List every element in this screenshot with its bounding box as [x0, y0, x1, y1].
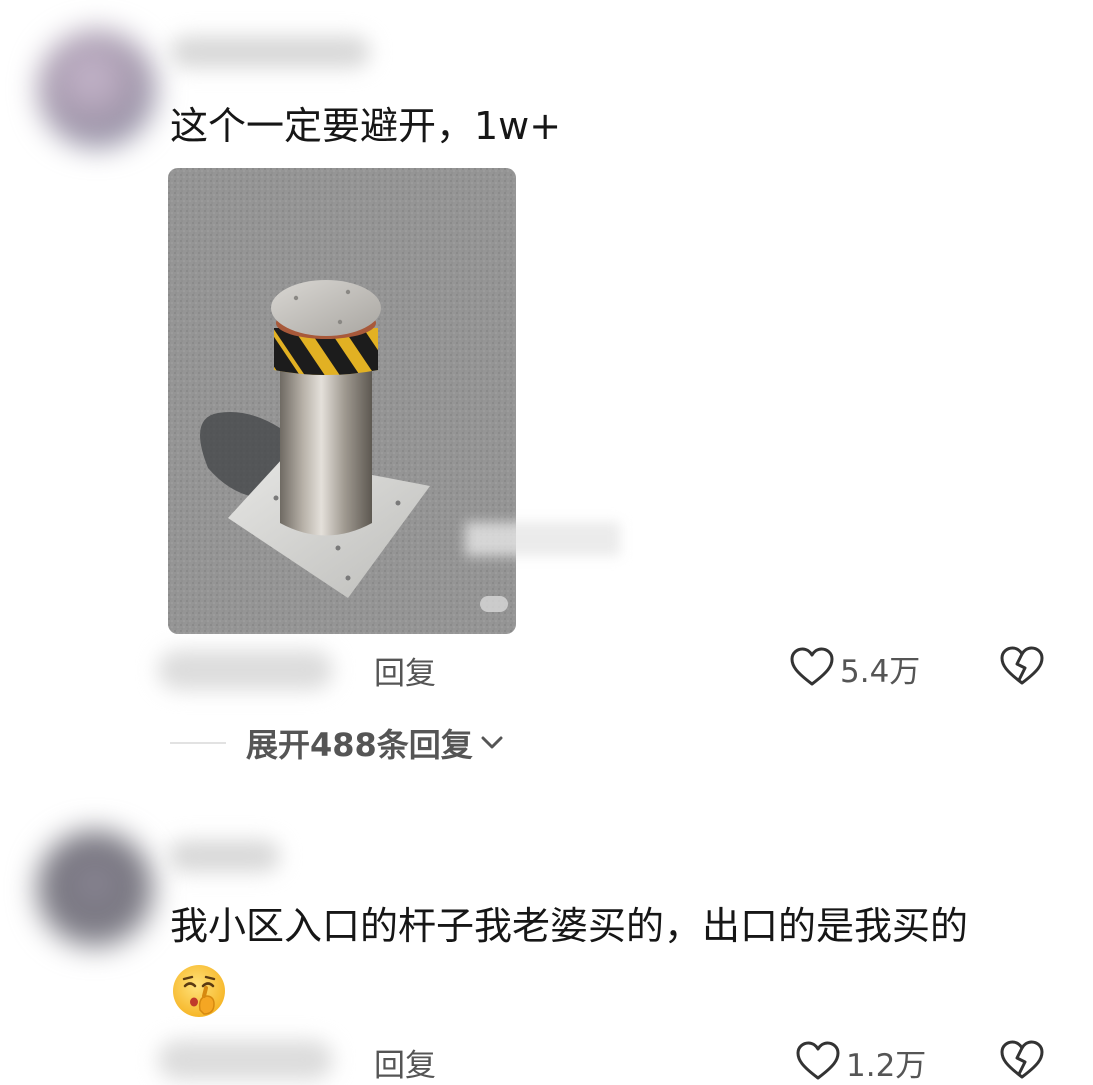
dislike-button[interactable] [1000, 1040, 1044, 1084]
expand-divider [170, 742, 226, 744]
timestamp-blurred [158, 1040, 333, 1080]
heart-outline-icon [796, 1041, 840, 1085]
expand-replies-label: 展开488条回复 [246, 726, 473, 764]
comment-text: 这个一定要避开，1w+ [170, 104, 562, 148]
bollard-photo [168, 168, 516, 634]
broken-heart-icon [1000, 646, 1044, 690]
heart-outline-icon [790, 647, 834, 691]
avatar[interactable] [38, 30, 156, 148]
dislike-button[interactable] [1000, 646, 1044, 690]
expand-replies-button[interactable]: 展开488条回复 [170, 720, 503, 766]
reply-button[interactable]: 回复 [374, 648, 436, 693]
comment-item: 这个一定要避开，1w+ 回复 5.4万 展开488条回复 [0, 0, 1093, 780]
comment-text: 我小区入口的杆子我老婆买的，出口的是我买的 [170, 904, 969, 948]
comment-image[interactable] [168, 168, 516, 634]
watermark-blurred [465, 522, 620, 556]
avatar[interactable] [36, 830, 154, 948]
chevron-down-icon [481, 736, 503, 750]
username-blurred[interactable] [168, 840, 280, 872]
like-count: 1.2万 [846, 1048, 927, 1084]
reply-button[interactable]: 回复 [374, 1040, 436, 1085]
broken-heart-icon [1000, 1040, 1044, 1084]
like-count: 5.4万 [840, 654, 921, 690]
shushing-face-emoji [170, 962, 228, 1020]
username-blurred[interactable] [170, 36, 370, 68]
timestamp-blurred [158, 650, 333, 690]
like-button[interactable]: 5.4万 [790, 646, 920, 691]
like-button[interactable]: 1.2万 [796, 1040, 926, 1085]
